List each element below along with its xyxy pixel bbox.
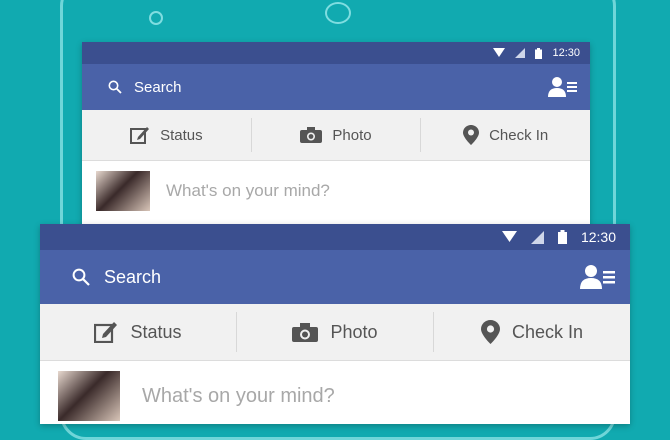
check-in-action-label: Check In xyxy=(511,321,584,342)
status-action-label: Status xyxy=(160,126,203,144)
status-time: 12:30 xyxy=(580,229,616,245)
app-bar: Search xyxy=(82,64,590,110)
edit-icon xyxy=(94,321,118,343)
search-icon[interactable] xyxy=(72,268,90,286)
friend-requests-icon[interactable] xyxy=(548,76,578,98)
status-bar: 12:30 xyxy=(40,224,630,250)
front-sensor-icon xyxy=(149,11,163,25)
camera-icon xyxy=(300,127,323,143)
signal-icon xyxy=(515,48,526,58)
check-in-action-button[interactable]: Check In xyxy=(421,125,590,145)
check-in-action-button[interactable]: Check In xyxy=(434,320,630,344)
wifi-icon xyxy=(501,231,517,243)
status-action-button[interactable]: Status xyxy=(82,126,251,144)
status-action-button[interactable]: Status xyxy=(40,321,236,343)
status-time: 12:30 xyxy=(552,47,580,59)
photo-action-label: Photo xyxy=(332,126,372,144)
signal-icon xyxy=(530,230,544,244)
search-field[interactable]: Search xyxy=(104,267,161,288)
battery-icon xyxy=(557,230,567,244)
earpiece-icon xyxy=(325,2,351,24)
composer-input[interactable]: What's on your mind? xyxy=(142,385,335,408)
camera-icon xyxy=(292,322,319,342)
check-in-action-label: Check In xyxy=(489,126,549,144)
friend-requests-icon[interactable] xyxy=(580,264,616,290)
search-icon[interactable] xyxy=(108,80,122,94)
composer-input[interactable]: What's on your mind? xyxy=(166,181,330,201)
avatar xyxy=(58,371,120,421)
location-pin-icon xyxy=(463,125,480,145)
status-bar: 12:30 xyxy=(82,42,590,64)
composer: What's on your mind? xyxy=(82,161,590,221)
front-screen: 12:30 Search Status Photo Check In What'… xyxy=(40,224,630,424)
back-screen: 12:30 Search Status Photo Check In What'… xyxy=(82,42,590,232)
action-bar: Status Photo Check In xyxy=(82,110,590,161)
action-bar: Status Photo Check In xyxy=(40,304,630,361)
photo-action-label: Photo xyxy=(330,321,378,342)
wifi-icon xyxy=(493,48,506,58)
status-action-label: Status xyxy=(130,321,182,342)
photo-action-button[interactable]: Photo xyxy=(252,127,421,144)
search-field[interactable]: Search xyxy=(134,79,182,96)
location-pin-icon xyxy=(480,320,500,344)
app-bar: Search xyxy=(40,250,630,304)
battery-icon xyxy=(535,47,543,59)
edit-icon xyxy=(130,126,150,144)
photo-action-button[interactable]: Photo xyxy=(237,322,433,343)
avatar xyxy=(96,171,150,211)
